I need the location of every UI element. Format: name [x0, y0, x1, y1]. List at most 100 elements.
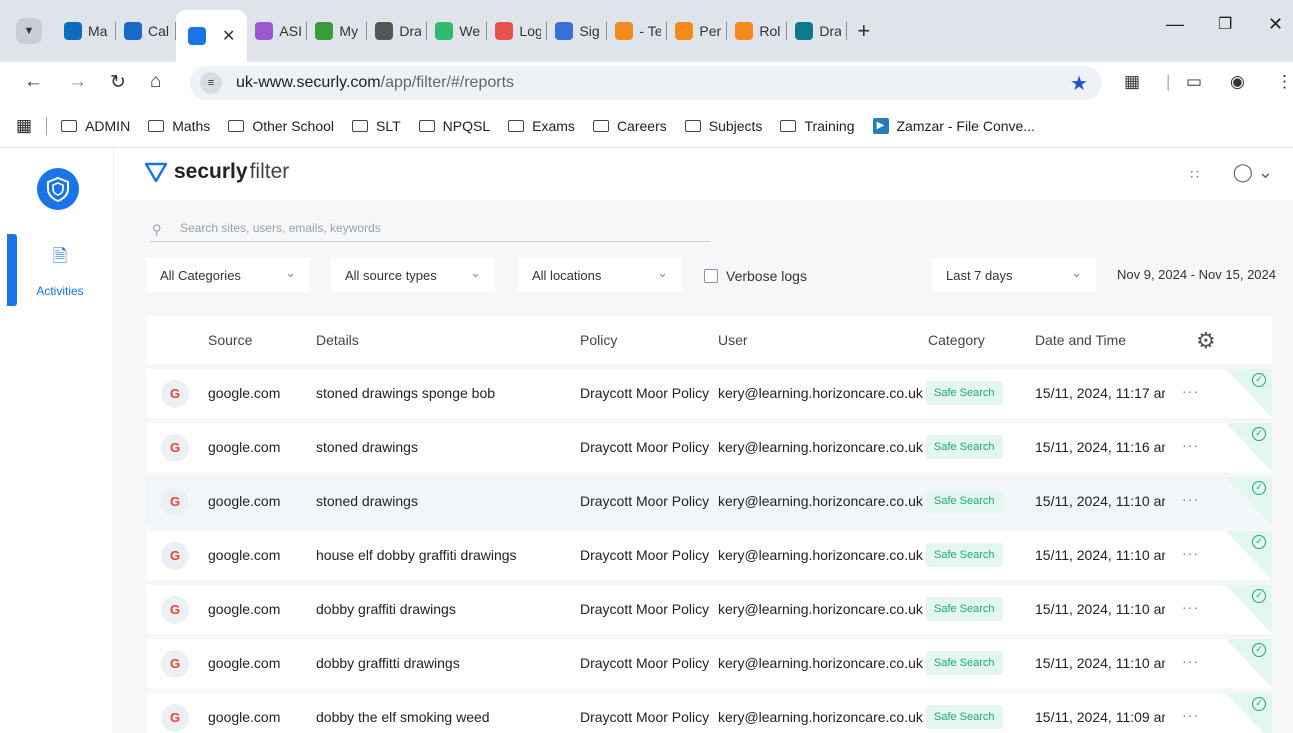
tab-title: Dra: [819, 23, 842, 39]
bookmark-folder[interactable]: Subjects: [684, 118, 762, 134]
bookmark-folder[interactable]: SLT: [352, 118, 401, 134]
sidebar-item-activities[interactable]: 🗎 Activities: [20, 244, 100, 300]
policy-cell: Draycott Moor Policy: [580, 385, 710, 401]
more-options-icon[interactable]: ···: [1182, 383, 1199, 399]
date-period-dropdown[interactable]: Last 7 days ⌄: [932, 258, 1096, 292]
verbose-logs-toggle[interactable]: Verbose logs: [704, 268, 807, 284]
home-icon[interactable]: ⌂: [150, 71, 161, 93]
sparkle-icon: [255, 22, 274, 40]
table-row[interactable]: Ggoogle.com stoned drawings Draycott Moor …: [146, 477, 1272, 526]
source-cell: google.com: [208, 439, 281, 455]
browser-tab[interactable]: ASI: [247, 10, 308, 52]
folder-icon: [684, 119, 701, 132]
browser-tab[interactable]: My: [307, 10, 368, 52]
details-cell: stoned drawings: [316, 493, 418, 509]
datetime-cell: 15/11, 2024, 11:10 am: [1035, 493, 1165, 509]
dropdown-value: Last 7 days: [946, 268, 1013, 283]
tab-search-button[interactable]: ▼: [16, 18, 42, 44]
verbose-logs-label: Verbose logs: [726, 268, 807, 284]
gear-icon[interactable]: ⚙: [1196, 328, 1216, 354]
more-options-icon[interactable]: ···: [1182, 491, 1199, 507]
window-close-icon[interactable]: ✕: [1268, 14, 1283, 35]
user-cell: kery@learning.horizoncare.co.uk: [718, 655, 923, 671]
browser-tab[interactable]: Sig: [547, 10, 608, 52]
browser-tab[interactable]: - Te: [607, 10, 668, 52]
securly-shield-logo[interactable]: [37, 168, 79, 210]
reload-icon[interactable]: ↻: [110, 71, 126, 94]
category-badge: Safe Search: [926, 543, 1003, 567]
bookmark-label: Careers: [616, 117, 667, 134]
browser-tab[interactable]: Dra: [367, 10, 428, 52]
more-options-icon[interactable]: ···: [1182, 707, 1199, 723]
tab-close-icon[interactable]: ✕: [222, 26, 235, 46]
bookmark-zamzar[interactable]: ▶ Zamzar - File Conve...: [872, 117, 1035, 134]
tab-list: Ma Cal ✕ ASI My Dra We Log Sig - Te Per Rol Dra +: [56, 10, 870, 62]
search-input[interactable]: ⚲ Search sites, users, emails, keywords: [150, 214, 710, 242]
restore-icon[interactable]: ❐: [1218, 14, 1232, 34]
browser-tab[interactable]: Dra: [787, 10, 848, 52]
bookmark-folder[interactable]: Training: [780, 118, 855, 134]
browser-tab[interactable]: Per: [667, 10, 728, 52]
source-cell: google.com: [208, 655, 281, 671]
app-switcher-icon[interactable]: ∷: [1190, 166, 1199, 183]
new-tab-plus-icon[interactable]: +: [857, 18, 870, 44]
bookmark-folder[interactable]: Exams: [508, 118, 575, 134]
browser-tab[interactable]: Rol: [727, 10, 788, 52]
table-row[interactable]: Ggoogle.com dobby graffiti drawings Drayco…: [146, 585, 1272, 634]
extensions-puzzle-icon[interactable]: ▦: [1124, 72, 1140, 92]
bookmark-folder[interactable]: ADMIN: [61, 118, 130, 134]
more-options-icon[interactable]: ···: [1182, 545, 1199, 561]
policy-cell: Draycott Moor Policy: [580, 709, 710, 725]
table-row[interactable]: Ggoogle.com dobby the elf smoking weed Dra…: [146, 693, 1272, 733]
table-row[interactable]: Ggoogle.com stoned drawings Draycott Moor …: [146, 423, 1272, 472]
address-bar[interactable]: ≡ uk-www.securly.com/app/filter/#/report…: [190, 66, 1102, 100]
datetime-cell: 15/11, 2024, 11:10 am: [1035, 601, 1165, 617]
browser-tab[interactable]: We: [427, 10, 488, 52]
tab-title: Log: [519, 23, 542, 39]
verbose-logs-checkbox[interactable]: [704, 269, 718, 283]
table-row[interactable]: Ggoogle.com dobby graffitti drawings Drayc…: [146, 639, 1272, 688]
folder-icon: [592, 119, 609, 132]
table-row[interactable]: Ggoogle.com stoned drawings sponge bob Dra…: [146, 369, 1272, 418]
forward-icon[interactable]: →: [68, 71, 87, 93]
target-icon: [555, 22, 574, 40]
search-icon: ⚲: [152, 222, 162, 237]
bookmark-folder[interactable]: Maths: [148, 118, 210, 134]
back-icon[interactable]: ←: [24, 71, 43, 93]
bookmark-label: SLT: [376, 117, 401, 134]
table-row[interactable]: Ggoogle.com house elf dobby graffiti draw…: [146, 531, 1272, 580]
browser-tab[interactable]: ✕: [176, 10, 248, 62]
securly-filter-logo[interactable]: securly filter: [144, 160, 289, 184]
browser-tab[interactable]: Ma: [56, 10, 116, 52]
tab-title: Per: [699, 23, 722, 39]
user-menu-icon[interactable]: ◯ ⌄: [1233, 162, 1273, 183]
more-options-icon[interactable]: ···: [1182, 653, 1199, 669]
check-circle-icon: ✓: [1252, 427, 1266, 441]
site-settings-icon[interactable]: ≡: [200, 72, 222, 94]
bookmark-label: Other School: [252, 117, 335, 134]
kebab-menu-icon[interactable]: ⋮: [1276, 72, 1293, 92]
securly-heart-icon: [144, 162, 168, 183]
browser-tab[interactable]: Log: [487, 10, 548, 52]
bookmark-star-icon[interactable]: ★: [1070, 71, 1088, 96]
bookmarks-bar: ▦ ADMIN Maths Other School SLT NPQSL Exams Car…: [0, 104, 1293, 148]
user-cell: kery@learning.horizoncare.co.uk: [718, 439, 923, 455]
bookmark-folder[interactable]: Careers: [592, 117, 667, 134]
location-filter-dropdown[interactable]: All locations ⌄: [518, 258, 682, 292]
bookmark-folder[interactable]: NPQSL: [418, 118, 490, 134]
apps-grid-icon[interactable]: ▦: [16, 116, 32, 136]
category-badge: Safe Search: [926, 705, 1003, 729]
url-host: uk-www.securly.com: [236, 74, 381, 91]
folder-icon: [61, 119, 78, 132]
minimize-icon[interactable]: —: [1166, 14, 1184, 35]
cast-icon[interactable]: ▭: [1186, 72, 1202, 92]
bookmark-folder[interactable]: Other School: [228, 118, 334, 134]
browser-tab[interactable]: Cal: [116, 10, 176, 52]
source-type-filter-dropdown[interactable]: All source types ⌄: [331, 258, 495, 292]
profile-avatar-icon[interactable]: ◉: [1230, 72, 1245, 92]
dropdown-value: All Categories: [160, 268, 241, 283]
chevron-down-icon: ▼: [23, 25, 35, 37]
category-filter-dropdown[interactable]: All Categories ⌄: [146, 258, 310, 292]
more-options-icon[interactable]: ···: [1182, 599, 1199, 615]
more-options-icon[interactable]: ···: [1182, 437, 1199, 453]
